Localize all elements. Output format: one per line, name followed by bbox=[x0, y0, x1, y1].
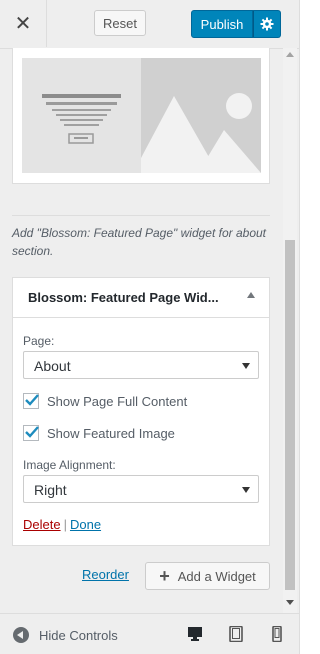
gear-icon[interactable] bbox=[253, 10, 281, 38]
page-select[interactable]: About bbox=[23, 351, 259, 379]
widget-header[interactable]: Blossom: Featured Page Wid... bbox=[13, 278, 269, 318]
show-featured-image-checkbox[interactable] bbox=[23, 425, 39, 441]
show-featured-image-label: Show Featured Image bbox=[47, 425, 175, 441]
widget-description: Add "Blossom: Featured Page" widget for … bbox=[12, 226, 266, 258]
show-full-content-checkbox[interactable] bbox=[23, 393, 39, 409]
desktop-icon[interactable] bbox=[187, 626, 203, 645]
scroll-up-arrow-icon[interactable] bbox=[286, 52, 294, 57]
image-alignment-select[interactable]: Right bbox=[23, 475, 259, 503]
reset-button[interactable]: Reset bbox=[94, 10, 146, 36]
widget-preview-image bbox=[22, 58, 261, 173]
plus-icon: + bbox=[159, 566, 170, 586]
page-select-value: About bbox=[34, 358, 71, 374]
collapse-arrow-icon[interactable] bbox=[247, 292, 255, 298]
show-full-content-label: Show Page Full Content bbox=[47, 393, 188, 409]
customizer-header: ✕ Reset Publish bbox=[0, 0, 299, 49]
checkmark-icon bbox=[25, 426, 39, 438]
scrollbar-thumb[interactable] bbox=[285, 240, 295, 590]
widget-preview-card bbox=[12, 48, 270, 184]
customizer-footer: Hide Controls bbox=[0, 613, 299, 654]
layout-illustration bbox=[22, 58, 261, 173]
add-widget-button[interactable]: + Add a Widget bbox=[145, 562, 270, 590]
delete-link[interactable]: Delete bbox=[23, 517, 61, 532]
widget-actions: Delete | Done bbox=[23, 517, 101, 532]
close-icon[interactable]: ✕ bbox=[0, 0, 47, 47]
add-widget-label: Add a Widget bbox=[177, 568, 256, 584]
section-divider bbox=[12, 215, 270, 216]
tablet-icon[interactable] bbox=[229, 625, 243, 645]
image-alignment-label: Image Alignment: bbox=[23, 458, 116, 472]
checkmark-icon bbox=[25, 394, 39, 406]
show-full-content-checkbox-row[interactable]: Show Page Full Content bbox=[23, 393, 187, 409]
scroll-down-arrow-icon[interactable] bbox=[286, 600, 294, 605]
hide-controls-label: Hide Controls bbox=[39, 627, 118, 643]
chevron-down-icon bbox=[242, 487, 250, 493]
customizer-sidebar: ✕ Reset Publish Add "Blossom: Featured P… bbox=[0, 0, 300, 654]
chevron-down-icon bbox=[242, 363, 250, 369]
action-separator: | bbox=[63, 517, 67, 532]
show-featured-image-checkbox-row[interactable]: Show Featured Image bbox=[23, 425, 175, 441]
hide-controls-button[interactable]: Hide Controls bbox=[13, 627, 118, 643]
scrollbar[interactable] bbox=[283, 48, 297, 613]
done-link[interactable]: Done bbox=[70, 517, 101, 532]
reorder-link[interactable]: Reorder bbox=[82, 567, 129, 582]
image-alignment-value: Right bbox=[34, 482, 67, 498]
mobile-icon[interactable] bbox=[272, 625, 282, 645]
widget-title: Blossom: Featured Page Wid... bbox=[28, 290, 219, 305]
collapse-sidebar-icon bbox=[13, 627, 29, 643]
publish-button[interactable]: Publish bbox=[191, 10, 253, 38]
featured-page-widget: Blossom: Featured Page Wid... Page: Abou… bbox=[12, 277, 270, 546]
publish-group: Publish bbox=[191, 10, 281, 38]
page-label: Page: bbox=[23, 334, 55, 348]
